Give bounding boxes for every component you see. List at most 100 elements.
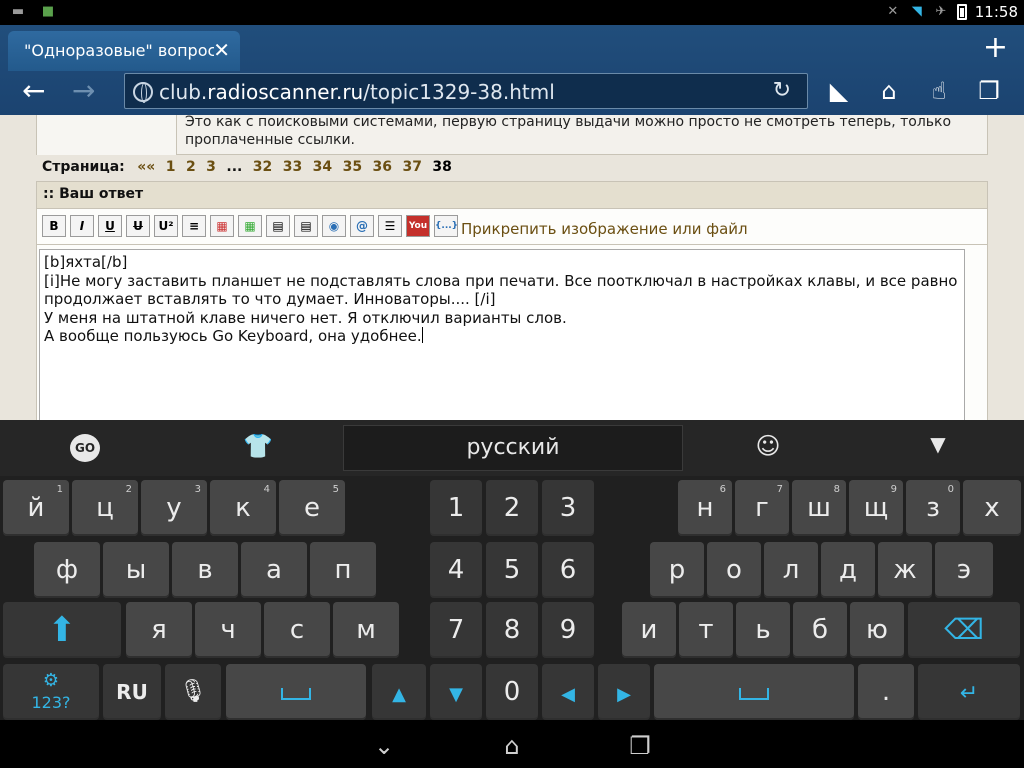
key-letter[interactable]: э	[935, 542, 993, 598]
key-letter[interactable]: с	[264, 602, 330, 658]
italic-button[interactable]: I	[70, 215, 94, 237]
key-letter[interactable]: б	[793, 602, 847, 658]
pager-link[interactable]: 35	[343, 159, 362, 175]
pager-link[interactable]: 3	[206, 159, 216, 175]
image-icon[interactable]: ▦	[238, 215, 262, 237]
dolphin-icon[interactable]: ◣	[826, 77, 852, 105]
key-letter[interactable]: г7	[735, 480, 789, 536]
cursor-right-key[interactable]: ▶	[598, 664, 650, 720]
go-keyboard-icon[interactable]: GO	[70, 434, 100, 462]
key-digit[interactable]: 8	[486, 602, 538, 658]
youtube-icon[interactable]: You	[406, 215, 430, 237]
strike-button[interactable]: U	[126, 215, 150, 237]
key-letter[interactable]: й1	[3, 480, 69, 536]
key-letter[interactable]: к4	[210, 480, 276, 536]
key-letter[interactable]: щ9	[849, 480, 903, 536]
cursor-down-key[interactable]: ▼	[430, 664, 482, 720]
close-tab-icon[interactable]: ✕	[213, 38, 230, 62]
key-letter[interactable]: м	[333, 602, 399, 658]
key-letter[interactable]: ф	[34, 542, 100, 598]
backspace-key[interactable]: ⌫	[908, 602, 1020, 658]
space-key-right[interactable]	[654, 664, 854, 720]
pager-link[interactable]: 2	[186, 159, 196, 175]
link-icon[interactable]: ◉	[322, 215, 346, 237]
key-letter[interactable]: ч	[195, 602, 261, 658]
key-digit[interactable]: 0	[486, 664, 538, 720]
hide-keyboard-nav-icon[interactable]: ⌄	[364, 732, 404, 760]
address-bar[interactable]: club.radioscanner.ru/topic1329-38.html ↻	[124, 73, 808, 109]
superscript-button[interactable]: U²	[154, 215, 178, 237]
key-letter[interactable]: р	[650, 542, 704, 598]
key-digit[interactable]: 9	[542, 602, 594, 658]
new-tab-icon[interactable]: +	[983, 33, 1008, 63]
microphone-key[interactable]: 🎙	[165, 664, 221, 720]
email-icon[interactable]: @	[350, 215, 374, 237]
language-switch-key[interactable]: RU	[103, 664, 161, 720]
key-digit[interactable]: 7	[430, 602, 482, 658]
key-letter[interactable]: ц2	[72, 480, 138, 536]
tabs-icon[interactable]: ❐	[976, 77, 1002, 105]
reload-icon[interactable]: ↻	[773, 78, 791, 103]
pager-link[interactable]: 1	[166, 159, 176, 175]
recent-apps-icon[interactable]: ❐	[620, 732, 660, 760]
key-digit[interactable]: 3	[542, 480, 594, 536]
cursor-left-key[interactable]: ◀	[542, 664, 594, 720]
key-letter[interactable]: а	[241, 542, 307, 598]
pager-link[interactable]: 34	[313, 159, 332, 175]
key-letter[interactable]: т	[679, 602, 733, 658]
gesture-icon[interactable]: ☝	[926, 77, 952, 105]
key-letter[interactable]: о	[707, 542, 761, 598]
quote-icon[interactable]: ▤	[266, 215, 290, 237]
shift-key[interactable]: ⬆	[3, 602, 121, 658]
key-letter[interactable]: я	[126, 602, 192, 658]
key-letter[interactable]: ш8	[792, 480, 846, 536]
browser-tab[interactable]: "Одноразовые" вопрос... ✕	[8, 31, 240, 71]
pager-first[interactable]: ««	[137, 159, 155, 175]
reply-textarea[interactable]: [b]яхта[/b] [i]Не могу заставить планшет…	[39, 249, 965, 420]
braces-icon[interactable]: {...}	[434, 215, 458, 237]
key-digit[interactable]: 6	[542, 542, 594, 598]
key-letter[interactable]: д	[821, 542, 875, 598]
key-letter[interactable]: ж	[878, 542, 932, 598]
symbols-key[interactable]: ⚙ 123?	[3, 664, 99, 720]
color-icon[interactable]: ▦	[210, 215, 234, 237]
pager-link[interactable]: 32	[253, 159, 272, 175]
list-icon[interactable]: ☰	[378, 215, 402, 237]
url-text[interactable]: club.radioscanner.ru/topic1329-38.html	[159, 80, 555, 104]
key-digit[interactable]: 5	[486, 542, 538, 598]
forward-arrow-icon[interactable]: →	[72, 77, 95, 105]
align-icon[interactable]: ≡	[182, 215, 206, 237]
enter-key[interactable]: ↵	[918, 664, 1020, 720]
back-arrow-icon[interactable]: ←	[22, 77, 45, 105]
key-letter[interactable]: ы	[103, 542, 169, 598]
key-digit[interactable]: 2	[486, 480, 538, 536]
theme-shirt-icon[interactable]: 👕	[240, 432, 276, 460]
pager-link[interactable]: 33	[283, 159, 302, 175]
attach-file-link[interactable]: Прикрепить изображение или файл	[461, 220, 748, 238]
key-letter[interactable]: ь	[736, 602, 790, 658]
home-icon[interactable]: ⌂	[876, 77, 902, 105]
key-letter[interactable]: з0	[906, 480, 960, 536]
key-letter[interactable]: е5	[279, 480, 345, 536]
key-letter[interactable]: п	[310, 542, 376, 598]
key-letter[interactable]: у3	[141, 480, 207, 536]
key-letter[interactable]: н6	[678, 480, 732, 536]
language-indicator[interactable]: русский	[343, 425, 683, 471]
key-letter[interactable]: в	[172, 542, 238, 598]
hide-keyboard-icon[interactable]: ▼	[920, 432, 956, 456]
key-digit[interactable]: 1	[430, 480, 482, 536]
key-letter[interactable]: ю	[850, 602, 904, 658]
home-nav-icon[interactable]: ⌂	[492, 732, 532, 760]
cursor-up-key[interactable]: ▲	[372, 664, 426, 720]
code-icon[interactable]: ▤	[294, 215, 318, 237]
key-digit[interactable]: 4	[430, 542, 482, 598]
key-letter[interactable]: х	[963, 480, 1021, 536]
space-key-left[interactable]	[226, 664, 366, 720]
emoji-icon[interactable]: ☺	[750, 432, 786, 460]
key-letter[interactable]: и	[622, 602, 676, 658]
bold-button[interactable]: B	[42, 215, 66, 237]
period-key[interactable]: .	[858, 664, 914, 720]
key-letter[interactable]: л	[764, 542, 818, 598]
pager-link[interactable]: 37	[402, 159, 421, 175]
pager-link[interactable]: 36	[373, 159, 392, 175]
